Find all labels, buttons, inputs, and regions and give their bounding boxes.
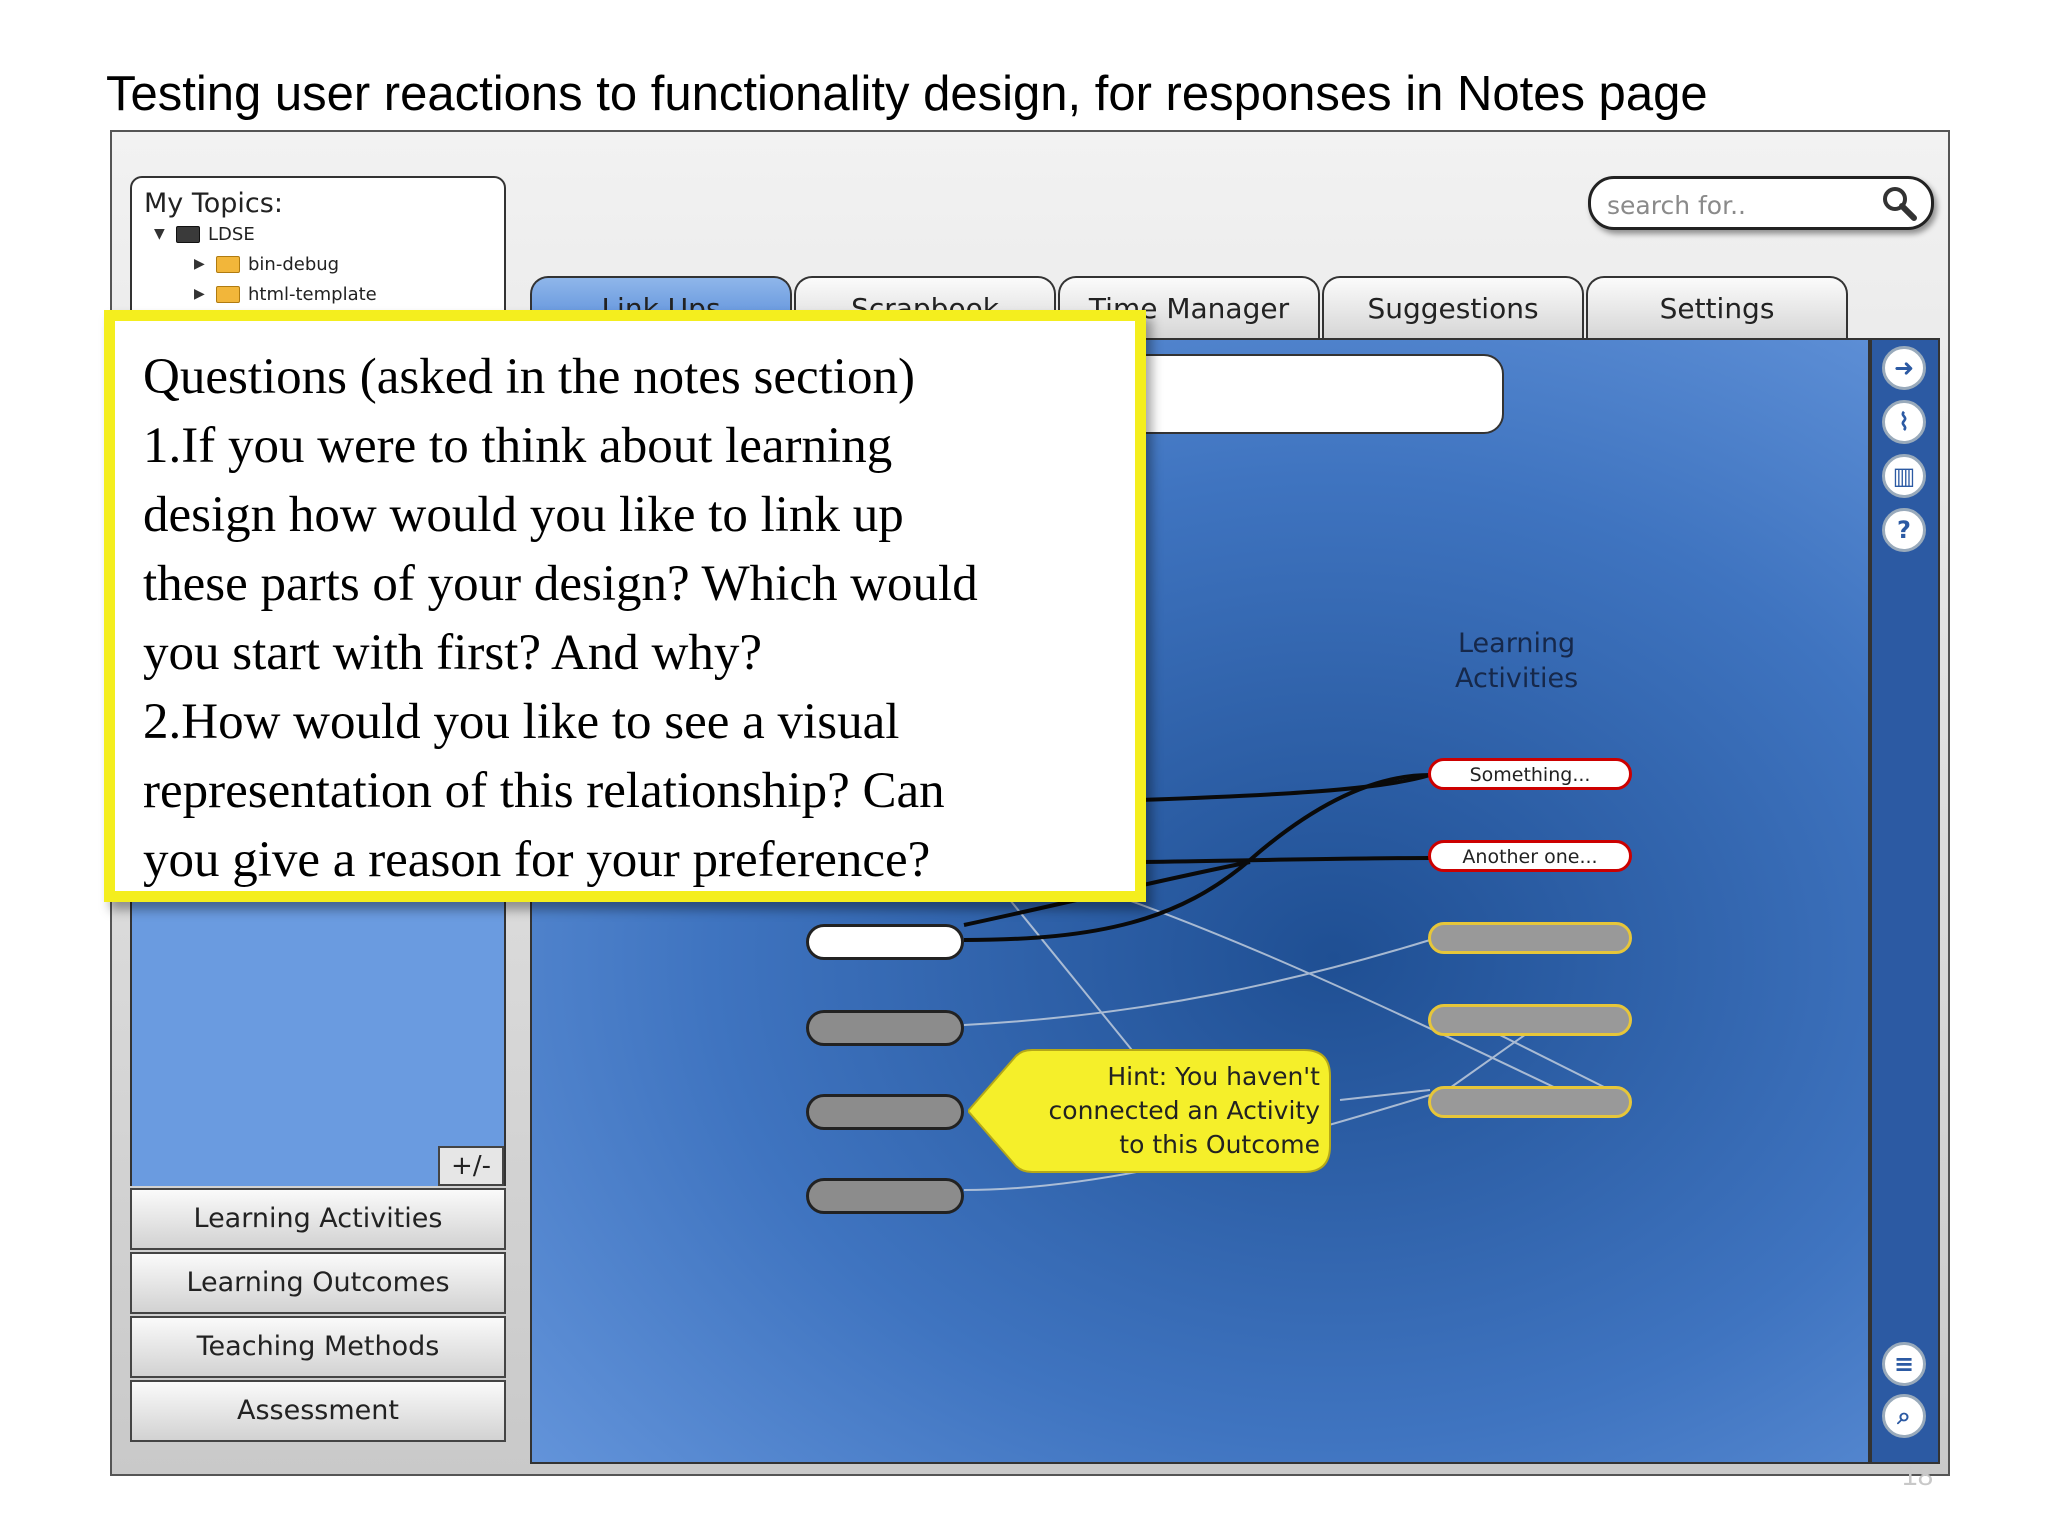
outcome-node[interactable] bbox=[806, 1178, 964, 1214]
page-number: 18 bbox=[1902, 1460, 1934, 1491]
tool-sidebar bbox=[1870, 338, 1940, 1464]
help-icon[interactable]: ? bbox=[1882, 508, 1926, 552]
activity-node[interactable]: Something... bbox=[1428, 758, 1632, 790]
pointer-icon[interactable]: ➜ bbox=[1882, 346, 1926, 390]
trash-icon[interactable]: ▥ bbox=[1882, 454, 1926, 498]
activity-node[interactable] bbox=[1428, 1086, 1632, 1118]
paperclip-icon[interactable]: ⌇ bbox=[1882, 400, 1926, 444]
question-line: you give a reason for your preference? bbox=[143, 832, 931, 888]
question-line: you start with first? And why? bbox=[143, 625, 762, 681]
design-name-field[interactable] bbox=[1140, 354, 1504, 434]
learning-activities-column-title: Learning Activities bbox=[1455, 628, 1579, 694]
question-line: these parts of your design? Which would bbox=[143, 556, 978, 612]
question-line: 2.How would you like to see a visual bbox=[143, 694, 900, 750]
zoom-icon[interactable]: ⌕ bbox=[1882, 1394, 1926, 1438]
outcome-node[interactable] bbox=[806, 1094, 964, 1130]
layers-icon[interactable]: ≡ bbox=[1882, 1342, 1926, 1386]
hint-text: Hint: You haven't connected an Activity … bbox=[1048, 1062, 1320, 1159]
question-line: 1.If you were to think about learning bbox=[143, 418, 893, 474]
activity-node[interactable] bbox=[1428, 1004, 1632, 1036]
outcome-node[interactable] bbox=[806, 1010, 964, 1046]
outcome-node[interactable] bbox=[806, 924, 964, 960]
activity-node[interactable]: Another one... bbox=[1428, 840, 1632, 872]
question-line: representation of this relationship? Can bbox=[143, 763, 945, 819]
questions-callout: Questions (asked in the notes section) 1… bbox=[104, 310, 1146, 902]
activity-node[interactable] bbox=[1428, 922, 1632, 954]
question-line: design how would you like to link up bbox=[143, 487, 904, 543]
question-line: Questions (asked in the notes section) bbox=[143, 349, 915, 405]
